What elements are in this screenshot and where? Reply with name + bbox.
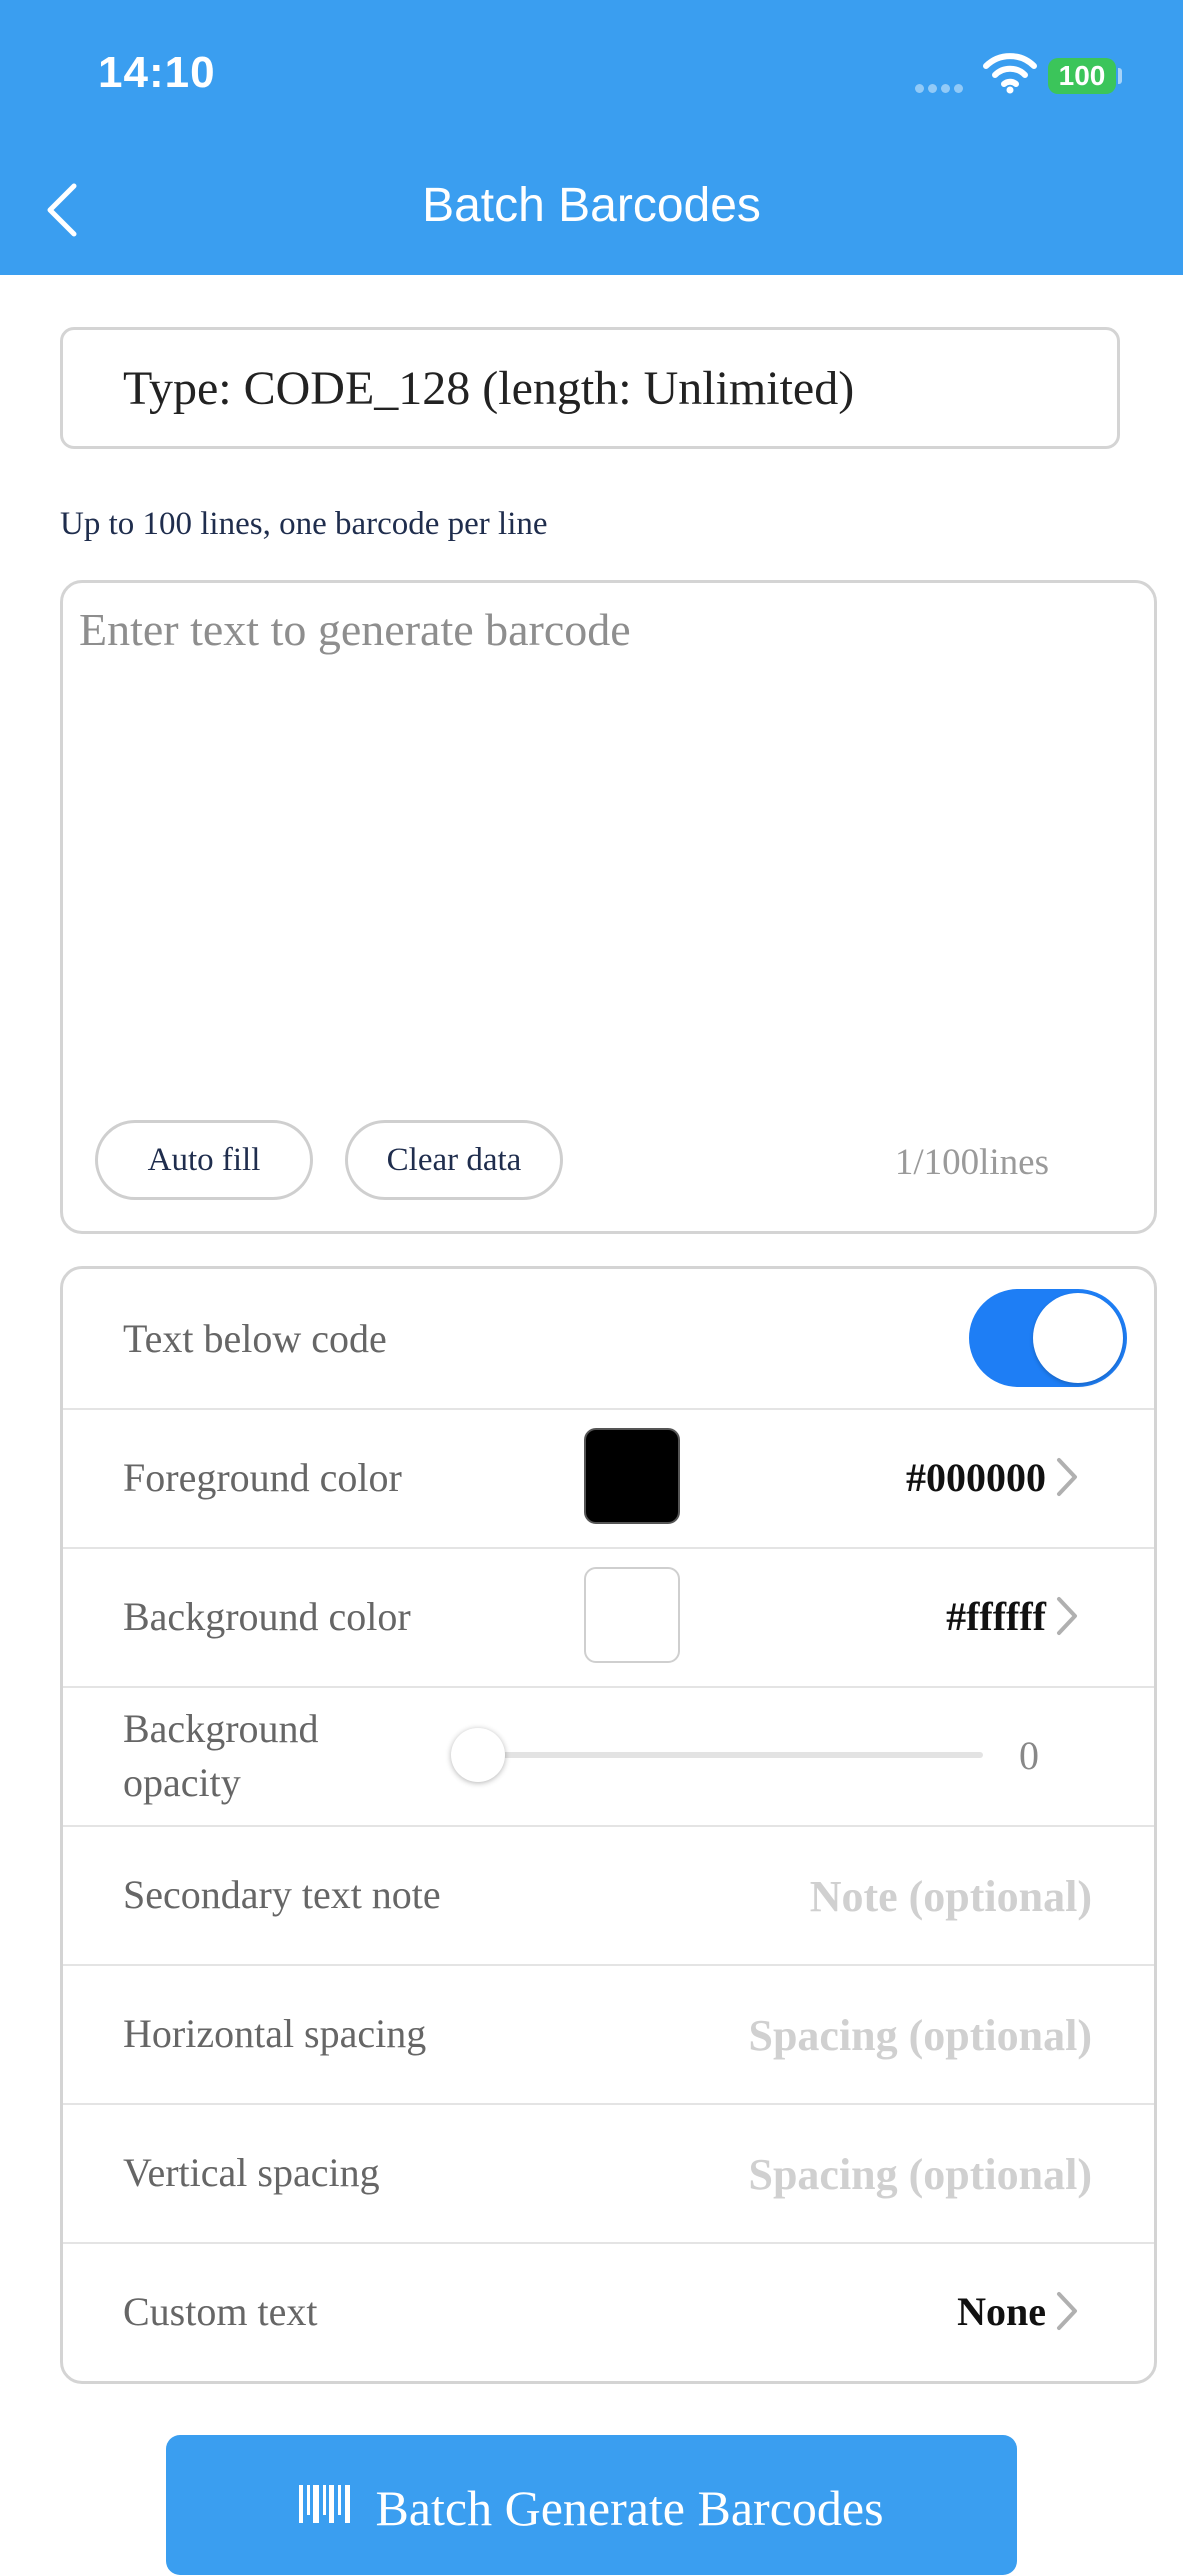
chevron-right-icon[interactable] bbox=[1054, 1595, 1080, 1637]
background-color-swatch[interactable] bbox=[584, 1567, 680, 1663]
foreground-color-value: #000000 bbox=[906, 1455, 1046, 1500]
barcode-text-area-container: Auto fill Clear data 1/100lines bbox=[60, 580, 1157, 1234]
auto-fill-button[interactable]: Auto fill bbox=[95, 1120, 313, 1200]
foreground-color-swatch[interactable] bbox=[584, 1428, 680, 1524]
background-opacity-row: Background opacity 0 bbox=[63, 1686, 1154, 1827]
battery-tip bbox=[1118, 68, 1122, 84]
chevron-right-icon[interactable] bbox=[1054, 2290, 1080, 2332]
vertical-spacing-label: Vertical spacing bbox=[123, 2150, 380, 2195]
line-count: 1/100lines bbox=[894, 1142, 1049, 1183]
chevron-right-icon[interactable] bbox=[1054, 1456, 1080, 1498]
text-below-code-toggle[interactable] bbox=[969, 1289, 1127, 1387]
barcode-type-label: Type: CODE_128 (length: Unlimited) bbox=[123, 361, 855, 415]
wifi-icon bbox=[983, 53, 1037, 94]
custom-text-label: Custom text bbox=[123, 2289, 318, 2334]
custom-text-row[interactable]: Custom text None bbox=[63, 2242, 1154, 2381]
background-opacity-label: Background opacity bbox=[123, 1705, 319, 1805]
secondary-note-input[interactable] bbox=[570, 1855, 1094, 1937]
vertical-spacing-input[interactable] bbox=[570, 2133, 1094, 2215]
background-color-row[interactable]: Background color #ffffff bbox=[63, 1547, 1154, 1688]
clear-data-button[interactable]: Clear data bbox=[345, 1120, 563, 1200]
page-title: Batch Barcodes bbox=[422, 179, 761, 232]
battery-indicator: 100 bbox=[1048, 58, 1116, 94]
batch-generate-label: Batch Generate Barcodes bbox=[375, 2480, 884, 2536]
secondary-text-note-row: Secondary text note bbox=[63, 1825, 1154, 1966]
barcode-text-input[interactable] bbox=[77, 601, 1141, 1085]
cellular-signal-icon bbox=[915, 80, 967, 98]
horizontal-spacing-input[interactable] bbox=[570, 1994, 1094, 2076]
barcode-type-selector[interactable]: Type: CODE_128 (length: Unlimited) bbox=[60, 327, 1120, 449]
horizontal-spacing-row: Horizontal spacing bbox=[63, 1964, 1154, 2105]
top-bar: 14:10 100 Batch Barcodes bbox=[0, 0, 1183, 275]
text-below-code-row: Text below code bbox=[63, 1269, 1154, 1410]
settings-panel: Text below code Foreground color #000000… bbox=[60, 1266, 1157, 2384]
background-color-value: #ffffff bbox=[946, 1594, 1046, 1639]
opacity-slider-track[interactable] bbox=[475, 1752, 983, 1758]
toggle-knob bbox=[1033, 1293, 1123, 1383]
opacity-slider-thumb[interactable] bbox=[451, 1728, 505, 1782]
status-time: 14:10 bbox=[98, 48, 216, 97]
text-below-code-label: Text below code bbox=[123, 1316, 387, 1361]
barcode-icon bbox=[299, 2485, 351, 2523]
vertical-spacing-row: Vertical spacing bbox=[63, 2103, 1154, 2244]
line-limit-hint: Up to 100 lines, one barcode per line bbox=[60, 506, 548, 542]
foreground-color-row[interactable]: Foreground color #000000 bbox=[63, 1408, 1154, 1549]
horizontal-spacing-label: Horizontal spacing bbox=[123, 2011, 427, 2056]
batch-generate-button[interactable]: Batch Generate Barcodes bbox=[166, 2435, 1017, 2575]
foreground-color-label: Foreground color bbox=[123, 1455, 402, 1500]
secondary-text-note-label: Secondary text note bbox=[123, 1872, 441, 1917]
custom-text-value: None bbox=[957, 2289, 1046, 2334]
background-color-label: Background color bbox=[123, 1594, 411, 1639]
opacity-value: 0 bbox=[1019, 1733, 1039, 1778]
